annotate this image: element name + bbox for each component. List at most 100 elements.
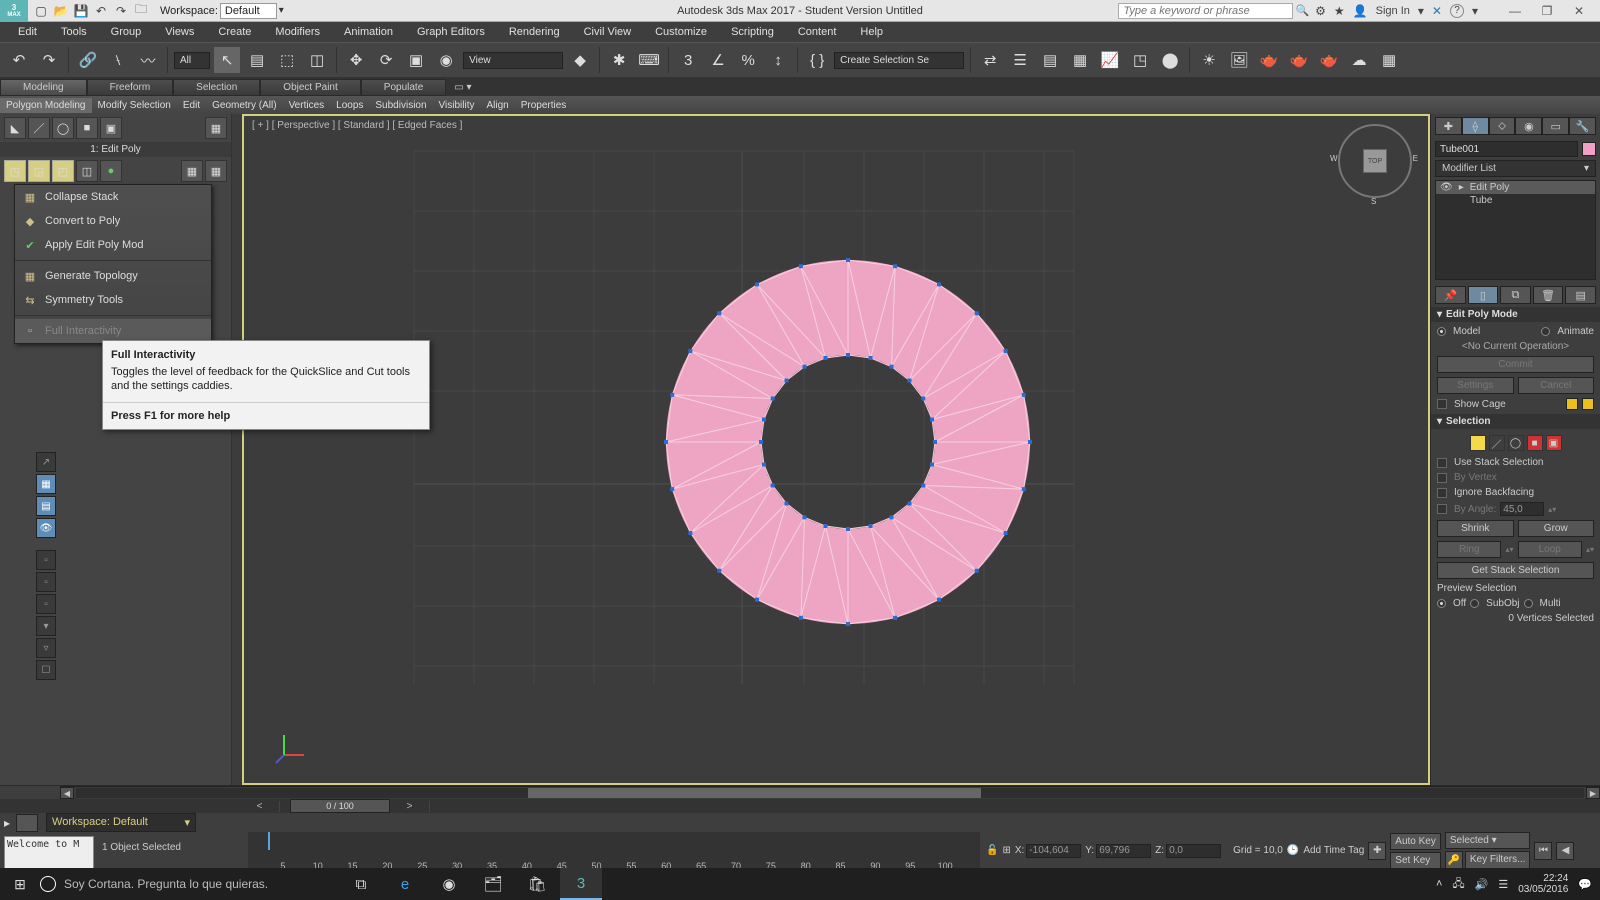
tray-lang-icon[interactable]: ☰: [1498, 878, 1508, 891]
workspace-selector[interactable]: Workspace: Default▾: [46, 813, 196, 832]
cortana-search[interactable]: Soy Cortana. Pregunta lo que quieras.: [40, 876, 340, 892]
manipulate-button[interactable]: ✱: [606, 47, 632, 73]
ribbon-sub-polymodeling[interactable]: Polygon Modeling: [0, 98, 92, 113]
timetag-icon[interactable]: 🕒: [1287, 845, 1299, 856]
hscroll-right[interactable]: ▶: [1586, 787, 1600, 799]
poly-tool-1[interactable]: ◳: [4, 160, 26, 182]
menu-customize[interactable]: Customize: [643, 23, 719, 41]
workspace-dropdown[interactable]: Default: [220, 3, 277, 19]
redo-icon[interactable]: ↷: [112, 2, 130, 20]
dropdown-symmetry-tools[interactable]: ⇆Symmetry Tools: [15, 288, 211, 312]
curve-editor-button[interactable]: 📈: [1097, 47, 1123, 73]
undo-button[interactable]: ↶: [6, 47, 32, 73]
prev-frame-button[interactable]: ◀: [1556, 842, 1574, 860]
keyfilter-icon[interactable]: 🔑: [1445, 851, 1463, 869]
ribbon-collapse-icon[interactable]: ▭ ▾: [446, 82, 479, 93]
align-button[interactable]: ☰: [1007, 47, 1033, 73]
object-color-swatch[interactable]: [1582, 142, 1596, 156]
tray-volume-icon[interactable]: 🔊: [1475, 878, 1489, 891]
timeslider-handle[interactable]: 0 / 100: [290, 799, 390, 813]
cmd-tab-modify[interactable]: ⟠: [1462, 117, 1489, 135]
menu-views[interactable]: Views: [153, 23, 206, 41]
commit-button[interactable]: Commit: [1437, 356, 1594, 373]
task-explorer-icon[interactable]: 🗂: [472, 868, 514, 900]
mirror-button[interactable]: ⇄: [977, 47, 1003, 73]
exchange-icon[interactable]: ✕: [1432, 4, 1442, 18]
ribbon-sub-vertices[interactable]: Vertices: [283, 98, 331, 113]
minimize-button[interactable]: —: [1500, 2, 1530, 20]
autokey-button[interactable]: Auto Key: [1390, 833, 1441, 850]
add-time-tag[interactable]: Add Time Tag: [1303, 845, 1364, 856]
tray-network-icon[interactable]: 🖧: [1452, 875, 1464, 894]
percent-snap-button[interactable]: %: [735, 47, 761, 73]
scale-button[interactable]: ▣: [403, 47, 429, 73]
help-icon[interactable]: ?: [1450, 4, 1464, 18]
poly-tool-4[interactable]: ◫: [76, 160, 98, 182]
viewport[interactable]: [ + ] [ Perspective ] [ Standard ] [ Edg…: [232, 114, 1430, 785]
cancel-button[interactable]: Cancel: [1518, 377, 1595, 394]
layers-button[interactable]: ▤: [1037, 47, 1063, 73]
redo-button[interactable]: ↷: [36, 47, 62, 73]
select-by-name-button[interactable]: ▤: [244, 47, 270, 73]
keyboard-shortcut-button[interactable]: ⌨: [636, 47, 662, 73]
tray-clock[interactable]: 22:24 03/05/2016: [1518, 873, 1568, 895]
menu-content[interactable]: Content: [786, 23, 849, 41]
tube-geometry[interactable]: [648, 242, 1048, 642]
close-button[interactable]: ✕: [1564, 2, 1594, 20]
cage-color2[interactable]: [1582, 398, 1594, 410]
select-region-button[interactable]: ⬚: [274, 47, 300, 73]
x-coord[interactable]: [1026, 844, 1081, 858]
ignore-backfacing-checkbox[interactable]: [1437, 488, 1447, 498]
shrink-button[interactable]: Shrink: [1437, 520, 1514, 537]
subobj-element-button[interactable]: ▣: [1546, 435, 1562, 451]
epoly-border-icon[interactable]: ◯: [52, 117, 74, 139]
epoly-poly-icon[interactable]: ■: [76, 117, 98, 139]
undo-icon[interactable]: ↶: [92, 2, 110, 20]
dropdown-caret-icon[interactable]: ▾: [279, 5, 284, 16]
get-stack-selection-button[interactable]: Get Stack Selection: [1437, 562, 1594, 579]
strip-icon-5[interactable]: ▫: [36, 550, 56, 570]
cage-color1[interactable]: [1566, 398, 1578, 410]
goto-start-button[interactable]: ⏮: [1534, 842, 1552, 860]
ribbon-sub-props[interactable]: Properties: [515, 98, 573, 113]
select-object-button[interactable]: ↖: [214, 47, 240, 73]
menu-create[interactable]: Create: [206, 23, 263, 41]
loop-button[interactable]: Loop: [1518, 541, 1582, 558]
strip-icon-4[interactable]: 👁: [36, 518, 56, 538]
ribbon-tab-freeform[interactable]: Freeform: [87, 79, 174, 96]
ribbon-sub-loops[interactable]: Loops: [330, 98, 369, 113]
ribbon-btn-c[interactable]: ▦: [205, 160, 227, 182]
viewport-label[interactable]: [ + ] [ Perspective ] [ Standard ] [ Edg…: [252, 120, 462, 131]
open-icon[interactable]: 📂: [52, 2, 70, 20]
lock-icon[interactable]: 🔓: [986, 845, 998, 856]
menu-tools[interactable]: Tools: [49, 23, 99, 41]
hscroll-left[interactable]: ◀: [60, 787, 74, 799]
dropdown-collapse-stack[interactable]: ▦Collapse Stack: [15, 185, 211, 209]
maximize-button[interactable]: ❐: [1532, 2, 1562, 20]
menu-modifiers[interactable]: Modifiers: [263, 23, 332, 41]
ribbon-sub-subdiv[interactable]: Subdivision: [369, 98, 432, 113]
viewport-hscroll[interactable]: ◀ ▶: [60, 786, 1600, 799]
object-name-input[interactable]: [1435, 141, 1578, 157]
menu-rendering[interactable]: Rendering: [497, 23, 572, 41]
subobj-poly-button[interactable]: ■: [1527, 435, 1543, 451]
new-icon[interactable]: ▢: [32, 2, 50, 20]
menu-grapheditors[interactable]: Graph Editors: [405, 23, 497, 41]
selection-filter-dropdown[interactable]: All: [174, 52, 210, 69]
menu-scripting[interactable]: Scripting: [719, 23, 786, 41]
app-icon[interactable]: 3MAX: [0, 0, 28, 22]
ribbon-sub-modifysel[interactable]: Modify Selection: [92, 98, 177, 113]
ribbon-btn-a[interactable]: ▦: [205, 117, 227, 139]
strip-icon-6[interactable]: ▫: [36, 572, 56, 592]
cmd-tab-motion[interactable]: ◉: [1515, 117, 1542, 135]
render-online-button[interactable]: ☁: [1346, 47, 1372, 73]
render-iterative-button[interactable]: 🫖: [1286, 47, 1312, 73]
rotate-button[interactable]: ⟳: [373, 47, 399, 73]
hscroll-thumb[interactable]: [528, 788, 980, 798]
poly-tool-3[interactable]: ◰: [52, 160, 74, 182]
ribbon-tab-populate[interactable]: Populate: [361, 79, 446, 96]
stack-row-tube[interactable]: Tube: [1436, 194, 1595, 207]
keyfilters-button[interactable]: Key Filters...: [1465, 851, 1531, 869]
tray-up-icon[interactable]: ˄: [1436, 878, 1442, 890]
schematic-view-button[interactable]: ◳: [1127, 47, 1153, 73]
